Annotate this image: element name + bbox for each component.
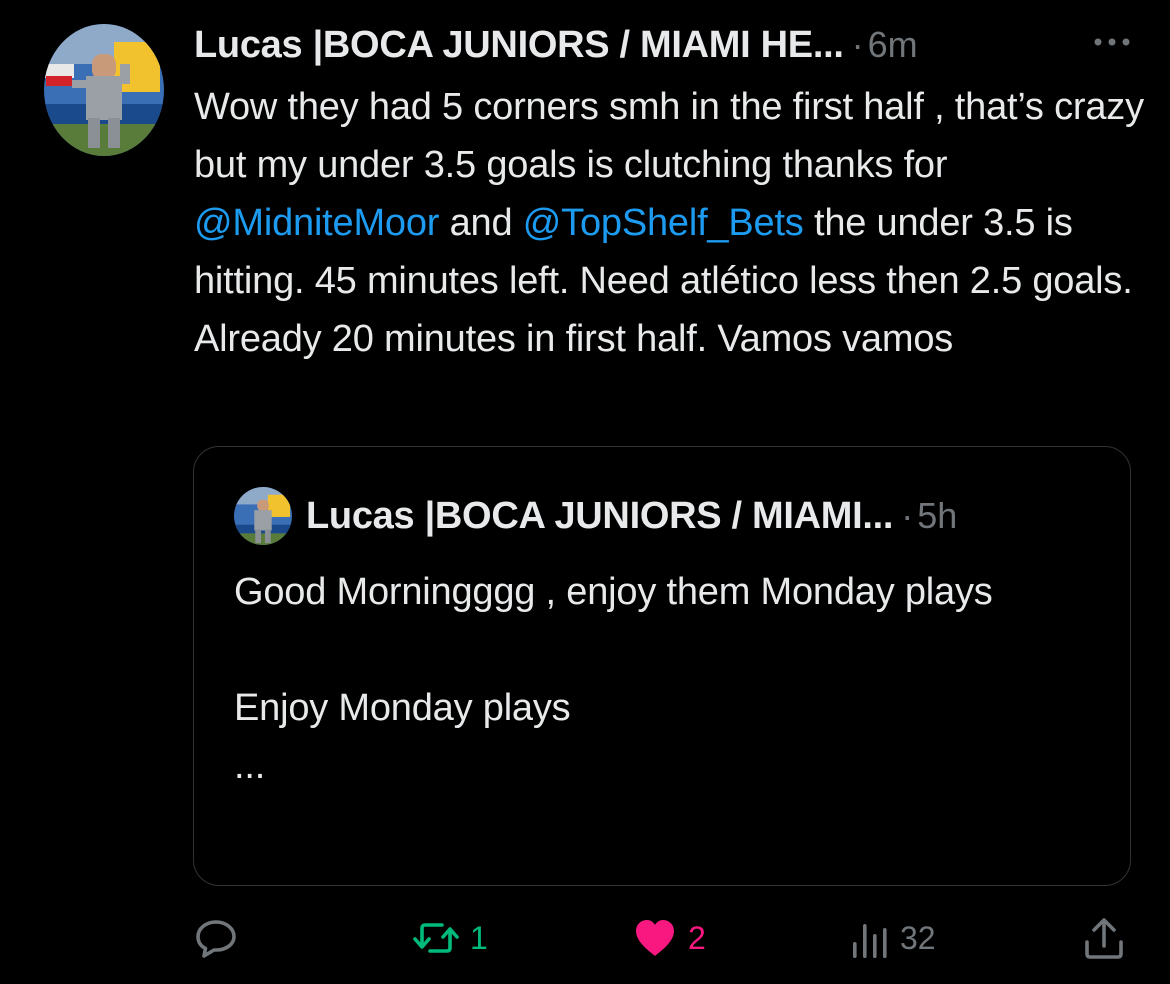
retweet-button[interactable]: 1 [412,912,488,964]
retweet-count: 1 [470,919,488,956]
quoted-text-line: Enjoy Monday plays [234,687,571,729]
quoted-tweet-header: Lucas |BOCA JUNIORS / MIAMI... · 5h [306,491,957,541]
mention-link-topshelf-bets[interactable]: @TopShelf_Bets [523,202,804,244]
mention-link-midnitemoor[interactable]: @MidniteMoor [194,202,439,244]
timestamp[interactable]: 6m [868,24,918,66]
quoted-timestamp: 5h [917,495,958,536]
more-options-icon[interactable] [1090,32,1134,52]
separator-dot: · [901,495,914,536]
display-name[interactable]: Lucas |BOCA JUNIORS / MIAMI HE... [194,24,844,67]
tweet-text: Wow they had 5 corners smh in the first … [194,78,1144,368]
quoted-display-name: Lucas |BOCA JUNIORS / MIAMI... [306,494,894,537]
heart-icon [636,920,674,956]
quoted-tweet-text: Good Morningggg , enjoy them Monday play… [234,563,1094,795]
avatar[interactable] [44,24,164,156]
views-button[interactable]: 32 [850,912,936,964]
quoted-avatar [234,487,292,545]
separator-dot: · [851,24,864,65]
reply-button[interactable] [194,912,238,964]
reply-icon [196,920,236,958]
quoted-avatar-photo [234,487,292,545]
tweet-action-bar: 1 2 32 [194,912,1134,964]
views-count: 32 [900,919,936,956]
quoted-text-line: Good Morningggg , enjoy them Monday play… [234,571,993,613]
like-button[interactable]: 2 [632,912,706,964]
tweet-header: Lucas |BOCA JUNIORS / MIAMI HE... · 6m [194,20,1134,70]
quoted-text-ellipsis: ... [234,745,266,787]
views-icon [853,924,887,958]
like-count: 2 [688,919,706,956]
quoted-text-line [234,621,1094,679]
quoted-tweet-card[interactable]: Lucas |BOCA JUNIORS / MIAMI... · 5h Good… [193,446,1131,886]
share-button[interactable] [1082,912,1126,964]
profile-avatar-photo [44,24,164,156]
share-icon [1085,918,1123,959]
tweet-text-segment: Wow they had 5 corners smh in the first … [194,86,1144,186]
retweet-icon [413,923,459,953]
tweet-text-segment: and [439,202,523,244]
